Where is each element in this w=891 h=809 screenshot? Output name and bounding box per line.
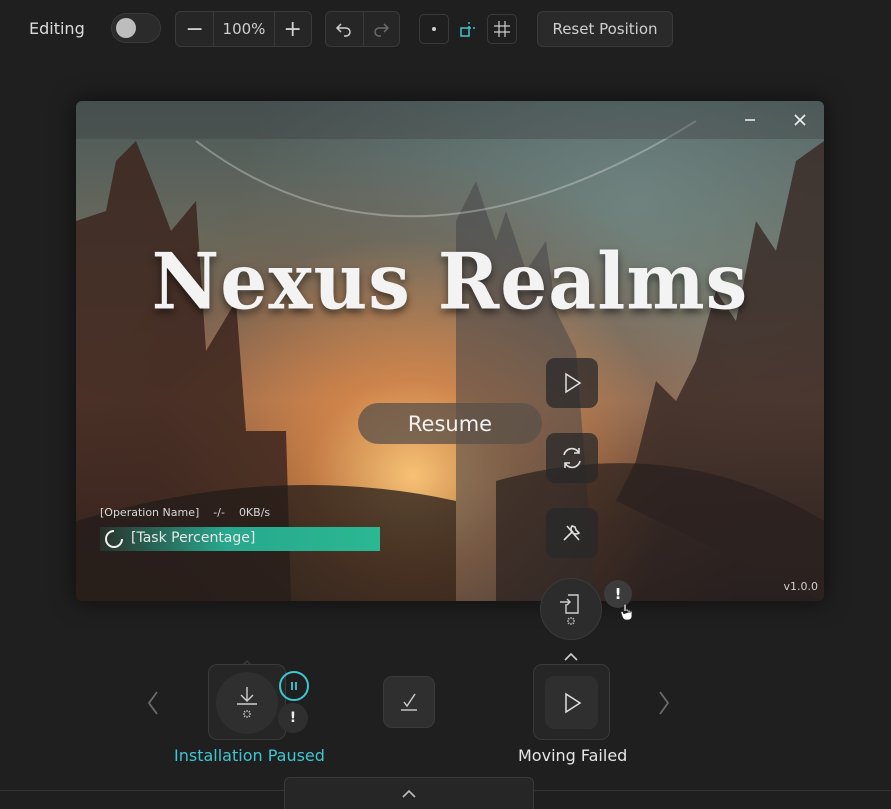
pause-badge-button[interactable] [279,671,309,701]
grid-icon [494,21,510,37]
play-icon [564,692,581,713]
city-silhouette [76,120,824,601]
editing-toggle[interactable] [111,13,161,43]
close-icon [794,114,806,126]
tools-button[interactable] [546,508,598,558]
window-titlebar[interactable] [76,101,824,139]
toggle-knob [116,18,136,38]
operation-eta: -/- [213,506,225,519]
task-progress-bar: [Task Percentage] [100,527,380,551]
history-control [325,11,400,47]
version-label: v1.0.0 [783,580,819,593]
move-files-button[interactable] [540,578,602,640]
align-corner-button[interactable] [453,14,483,44]
zoom-out-button[interactable]: − [176,12,213,46]
dot-icon [432,27,436,31]
resume-button[interactable]: Resume [358,403,542,444]
minimize-icon [745,119,755,121]
install-status-label: Installation Paused [174,746,325,765]
operation-info: [Operation Name] -/- 0KB/s [100,506,270,519]
corner-align-icon [460,21,476,37]
expand-drawer-button[interactable] [284,777,534,809]
editing-label: Editing [29,19,85,38]
zoom-value: 100% [213,12,273,46]
game-title: Nexus Realms [151,236,749,328]
move-file-icon [560,594,579,625]
zoom-control: − 100% + [175,11,312,47]
undo-icon [336,23,351,37]
verify-button[interactable] [383,676,435,728]
launcher-window: Nexus Realms Resume [Operation Name] -/-… [76,101,824,601]
close-button[interactable] [786,107,814,133]
checklist-icon [401,693,417,711]
play-button[interactable] [546,358,598,408]
background-artwork [76,101,824,601]
chevron-up-icon[interactable] [563,652,579,662]
install-button[interactable] [216,672,278,734]
prev-arrow-button[interactable] [143,686,163,720]
redo-button[interactable] [362,12,400,46]
cursor-hand-icon [620,603,633,621]
chevron-up-icon [402,789,416,798]
grid-button[interactable] [487,14,517,44]
zoom-in-button[interactable]: + [273,12,311,46]
undo-button[interactable] [326,12,363,46]
play-icon [565,372,582,394]
install-alert-badge[interactable]: ! [278,703,308,733]
sync-button[interactable] [546,433,598,483]
redo-icon [374,23,390,37]
minimize-button[interactable] [736,107,764,133]
pause-icon [291,682,297,690]
operation-speed: 0KB/s [238,506,271,519]
toolbar: Editing − 100% + Reset Position [0,0,891,60]
chevron-right-icon [659,691,670,715]
move-play-button[interactable] [545,676,598,729]
spinner-icon [105,530,123,548]
refresh-icon [563,447,581,469]
move-status-label: Moving Failed [518,746,628,765]
chevron-left-icon [147,691,158,715]
next-arrow-button[interactable] [654,686,674,720]
reset-position-button[interactable]: Reset Position [537,11,673,47]
task-percentage: [Task Percentage] [131,530,256,546]
operation-name: [Operation Name] [100,506,200,519]
download-progress-icon [237,687,257,718]
anchor-point-button[interactable] [419,14,449,44]
wrench-icon [563,525,581,541]
